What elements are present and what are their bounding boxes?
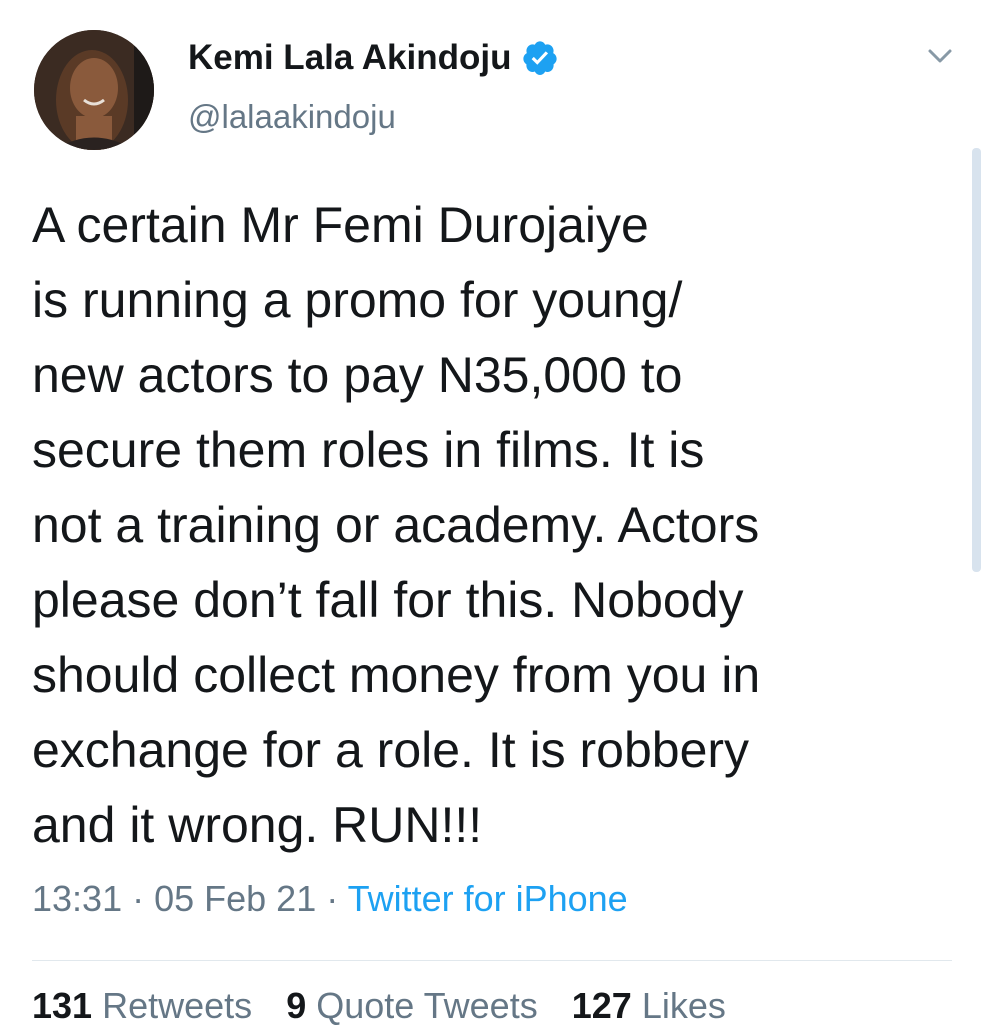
tweet-line: is running a promo for young/ [32, 272, 683, 328]
handle[interactable]: @lalaakindoju [188, 98, 396, 136]
avatar[interactable] [34, 30, 154, 150]
tweet-source-link[interactable]: Twitter for iPhone [348, 878, 628, 919]
tweet-line: A certain Mr Femi Durojaiye [32, 197, 649, 253]
tweet-time[interactable]: 13:31 [32, 878, 122, 919]
tweet-text: A certain Mr Femi Durojaiye is running a… [32, 188, 952, 863]
tweet-date[interactable]: 05 Feb 21 [154, 878, 316, 919]
quote-tweets-label: Quote Tweets [316, 985, 538, 1026]
tweet-line: and it wrong. RUN!!! [32, 797, 483, 853]
tweet-meta: 13:31 · 05 Feb 21 · Twitter for iPhone [32, 878, 628, 920]
retweets-stat[interactable]: 131 Retweets [32, 985, 252, 1026]
likes-count: 127 [571, 985, 632, 1026]
tweet-line: please don’t fall for this. Nobody [32, 572, 744, 628]
scrollbar[interactable] [972, 148, 981, 572]
quote-tweets-stat[interactable]: 9 Quote Tweets [286, 985, 538, 1026]
likes-stat[interactable]: 127 Likes [572, 985, 726, 1026]
retweets-count: 131 [32, 985, 93, 1026]
display-name-row[interactable]: Kemi Lala Akindoju [188, 38, 559, 78]
tweet-line: new actors to pay N35,000 to [32, 347, 683, 403]
avatar-photo-icon [34, 30, 154, 150]
tweet-line: should collect money from you in [32, 647, 761, 703]
meta-separator: · [122, 878, 155, 919]
tweet-line: secure them roles in films. It is [32, 422, 705, 478]
tweet-stats: 131 Retweets 9 Quote Tweets 127 Likes [32, 985, 750, 1027]
retweets-label: Retweets [102, 985, 253, 1026]
verified-badge-icon [521, 39, 559, 77]
likes-label: Likes [641, 985, 726, 1026]
display-name[interactable]: Kemi Lala Akindoju [188, 38, 511, 78]
tweet-line: exchange for a role. It is robbery [32, 722, 750, 778]
meta-separator: · [316, 878, 348, 919]
chevron-down-icon[interactable] [926, 44, 954, 68]
tweet-line: not a training or academy. Actors [32, 497, 760, 553]
divider [32, 960, 952, 961]
quote-tweets-count: 9 [286, 985, 307, 1026]
